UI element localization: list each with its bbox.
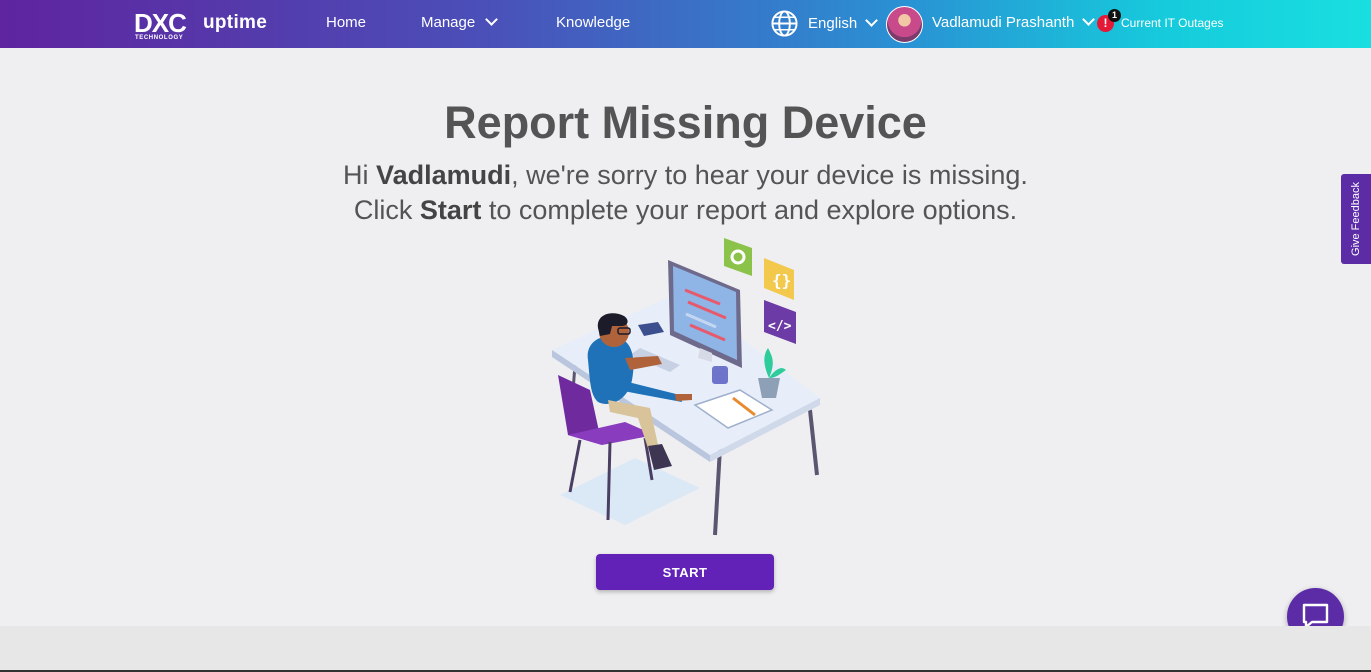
svg-text:</>: </>	[768, 319, 792, 334]
language-selector[interactable]: English	[808, 14, 879, 32]
greeting-message: Hi Vadlamudi, we're sorry to hear your d…	[0, 160, 1371, 191]
user-avatar[interactable]	[886, 6, 923, 43]
greeting-prefix: Hi	[343, 160, 377, 190]
user-menu[interactable]: Vadlamudi Prashanth	[932, 13, 1096, 31]
nav-knowledge[interactable]: Knowledge	[556, 14, 630, 31]
start-button[interactable]: START	[596, 554, 774, 590]
svg-text:{}: {}	[772, 271, 791, 290]
globe-icon[interactable]	[770, 9, 799, 38]
nav-manage-dropdown[interactable]: Manage	[421, 13, 499, 31]
language-label: English	[808, 15, 858, 32]
instruction-start-word: Start	[419, 195, 482, 225]
instruction-suffix: to complete your report and explore opti…	[481, 195, 1018, 225]
top-navigation-bar: DXC TECHNOLOGY uptime Home Manage Knowle…	[0, 0, 1371, 48]
logo-dxc-text: DXC	[134, 8, 187, 38]
nav-knowledge-label: Knowledge	[556, 14, 631, 31]
user-name: Vadlamudi Prashanth	[932, 14, 1075, 31]
greeting-suffix: , we're sorry to hear your device is mis…	[511, 160, 1028, 190]
footer-area	[0, 626, 1371, 672]
developer-desk-illustration: {} </>	[552, 238, 820, 536]
give-feedback-label: Give Feedback	[1350, 182, 1362, 256]
logo-product-text: uptime	[203, 12, 268, 33]
chevron-down-icon	[865, 14, 879, 27]
alert-count-badge: 1	[1108, 9, 1121, 22]
logo-technology-text: TECHNOLOGY	[135, 35, 184, 41]
current-it-outages-link[interactable]: Current IT Outages	[1121, 16, 1224, 30]
nav-home-label: Home	[326, 14, 367, 31]
nav-manage-label: Manage	[421, 14, 476, 31]
greeting-user-name: Vadlamudi	[376, 160, 512, 190]
instruction-prefix: Click	[353, 195, 420, 225]
chevron-down-icon	[1082, 13, 1096, 26]
chevron-down-icon	[485, 13, 499, 26]
nav-home[interactable]: Home	[326, 14, 366, 31]
page-title: Report Missing Device	[444, 97, 927, 148]
dxc-uptime-logo[interactable]: DXC TECHNOLOGY uptime	[134, 10, 274, 42]
instruction-message: Click Start to complete your report and …	[0, 195, 1371, 226]
give-feedback-tab[interactable]: Give Feedback	[1341, 174, 1371, 264]
